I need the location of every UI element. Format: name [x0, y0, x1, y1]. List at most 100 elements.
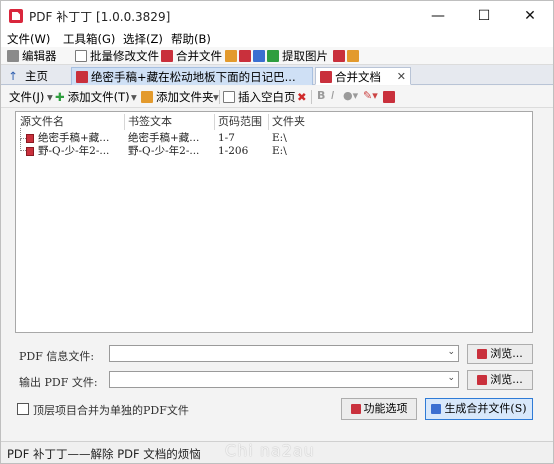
merge-label: 合并文件: [176, 49, 222, 63]
cell-folder: E:\: [272, 132, 287, 144]
cell-bookmark: 野-Q-少-年2-...: [128, 145, 200, 157]
options-label: 功能选项: [363, 402, 408, 415]
dropdown-arrow-icon[interactable]: ▾: [131, 89, 137, 105]
pdf-icon: [76, 71, 88, 83]
cell-bookmark: 绝密手稿+藏...: [128, 132, 200, 144]
tool-icon-3[interactable]: [253, 48, 268, 64]
menu-file[interactable]: 文件(W): [7, 31, 50, 47]
tab-document[interactable]: 绝密手稿+藏在松动地板下面的日记巴...: [71, 67, 313, 85]
menu-bar: 文件(W) 工具箱(G) 选择(Z) 帮助(B): [1, 31, 553, 47]
column-header-bookmark[interactable]: 书签文本: [128, 114, 172, 130]
output-file-combobox[interactable]: ⌄: [109, 371, 459, 388]
chevron-down-icon[interactable]: ⌄: [447, 373, 455, 383]
merge-file-list[interactable]: 源文件名 书签文本 页码范围 文件夹 绝密手稿+藏... 绝密手稿+藏... 1…: [15, 111, 533, 333]
blank-page-icon: [223, 91, 235, 103]
info-file-label: PDF 信息文件:: [19, 350, 95, 363]
image-icon: [267, 50, 279, 62]
add-folder-label: 添加文件夹: [156, 90, 214, 104]
minimize-button[interactable]: —: [416, 1, 460, 31]
watermark: Chi na2au: [225, 441, 315, 460]
column-divider: [268, 114, 269, 130]
editor-label: 编辑器: [22, 49, 57, 63]
app-window: PDF 补丁丁 [1.0.0.3829] — ☐ ✕ 文件(W) 工具箱(G) …: [0, 0, 554, 464]
bookmark-icon: [225, 50, 237, 62]
pdf-icon: [477, 349, 488, 359]
cell-pages: 1-206: [218, 145, 249, 157]
highlight-icon[interactable]: ✎▾: [363, 89, 378, 102]
cell-source-file: 野-Q-少-年2-...: [38, 145, 110, 157]
maximize-button[interactable]: ☐: [462, 1, 506, 31]
pdf-icon: [477, 375, 488, 385]
batch-edit-button[interactable]: 批量修改文件: [75, 48, 159, 64]
tab-home[interactable]: ↑ 主页: [3, 67, 67, 85]
column-divider: [124, 114, 125, 130]
browse-output-label: 浏览...: [490, 373, 523, 386]
tool-icon-2[interactable]: [239, 48, 254, 64]
checkbox-label: 顶层项目合并为单独的PDF文件: [33, 404, 189, 417]
window-title: PDF 补丁丁 [1.0.0.3829]: [29, 10, 171, 24]
merge-toolbar: 文件(J) ▾ ✚ 添加文件(T) ▾ 添加文件夹 ▾ 插入空白页 ✖ B I ●…: [1, 86, 553, 108]
close-window-button[interactable]: ✕: [508, 1, 552, 31]
folder-icon: [141, 91, 153, 103]
plus-icon: ✚: [55, 90, 65, 104]
info-icon: [253, 50, 265, 62]
tool-pdf-button[interactable]: [383, 89, 398, 105]
pdf-ocr-icon: [333, 50, 345, 62]
quick-toolbar: 编辑器 批量修改文件 合并文件 提取图片: [1, 47, 553, 65]
table-row[interactable]: 野-Q-少-年2-... 野-Q-少-年2-... 1-206 E:\: [16, 139, 532, 158]
tool-icon-4[interactable]: [333, 48, 348, 64]
table-row[interactable]: 绝密手稿+藏... 绝密手稿+藏... 1-7 E:\: [16, 128, 532, 145]
generate-merge-button[interactable]: 生成合并文件(S): [425, 398, 533, 420]
editor-button[interactable]: 编辑器: [7, 48, 57, 64]
column-divider: [214, 114, 215, 130]
dropdown-arrow-icon[interactable]: ▾: [47, 89, 53, 105]
tab-merge[interactable]: 合并文档 ✕: [315, 67, 411, 85]
merge-top-level-checkbox[interactable]: [17, 403, 29, 415]
merge-files-button[interactable]: 合并文件: [161, 48, 222, 64]
status-text: PDF 补丁丁——解除 PDF 文档的烦恼: [7, 447, 201, 461]
column-header-folder[interactable]: 文件夹: [272, 114, 305, 130]
insert-blank-button[interactable]: 插入空白页: [223, 89, 296, 105]
menu-toolbox[interactable]: 工具箱(G): [63, 31, 115, 47]
bold-button[interactable]: B: [317, 89, 325, 102]
tab-document-label: 绝密手稿+藏在松动地板下面的日记巴...: [91, 70, 296, 84]
browse-info-button[interactable]: 浏览...: [467, 344, 533, 364]
file-dropdown[interactable]: 文件(J): [9, 89, 44, 105]
batch-edit-label: 批量修改文件: [90, 49, 159, 63]
browse-output-button[interactable]: 浏览...: [467, 370, 533, 390]
color-icon[interactable]: ●▾: [343, 89, 358, 102]
dropdown-arrow-icon[interactable]: ▾: [213, 89, 219, 105]
pencil-icon: [7, 50, 19, 62]
pdf-file-icon: [26, 147, 34, 156]
add-file-label: 添加文件(T): [67, 90, 130, 104]
cell-pages: 1-7: [218, 132, 235, 144]
menu-help[interactable]: 帮助(B): [171, 31, 211, 47]
toolbar-divider: [219, 90, 220, 104]
pdf-icon: [239, 50, 251, 62]
extract-images-button[interactable]: 提取图片: [267, 48, 328, 64]
merge-icon: [320, 71, 332, 83]
delete-icon[interactable]: ✖: [297, 89, 307, 105]
cell-folder: E:\: [272, 145, 287, 157]
tab-close-icon[interactable]: ✕: [397, 68, 406, 86]
extract-images-label: 提取图片: [282, 49, 328, 63]
column-header-pages[interactable]: 页码范围: [218, 114, 262, 130]
tab-strip: ↑ 主页 绝密手稿+藏在松动地板下面的日记巴... 合并文档 ✕: [1, 65, 553, 85]
insert-blank-label: 插入空白页: [238, 90, 296, 104]
rename-icon: [347, 50, 359, 62]
info-file-combobox[interactable]: ⌄: [109, 345, 459, 362]
italic-button[interactable]: I: [331, 89, 334, 102]
options-button[interactable]: 功能选项: [341, 398, 417, 420]
add-folder-button[interactable]: 添加文件夹: [141, 89, 214, 105]
tab-home-label: 主页: [25, 69, 48, 83]
browse-info-label: 浏览...: [490, 347, 523, 360]
menu-select[interactable]: 选择(Z): [123, 31, 163, 47]
save-icon: [431, 404, 442, 414]
add-file-button[interactable]: ✚ 添加文件(T): [55, 89, 130, 105]
chevron-down-icon[interactable]: ⌄: [447, 347, 455, 357]
output-file-label: 输出 PDF 文件:: [19, 376, 98, 389]
title-bar: PDF 补丁丁 [1.0.0.3829] — ☐ ✕: [1, 1, 553, 31]
tool-icon-1[interactable]: [225, 48, 240, 64]
tool-icon-5[interactable]: [347, 48, 362, 64]
settings-icon: [350, 404, 361, 414]
